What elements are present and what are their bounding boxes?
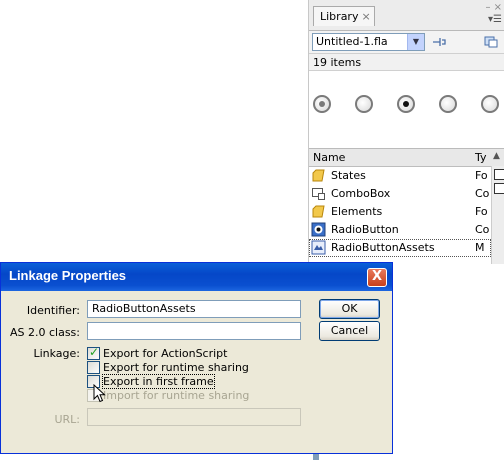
- checkbox-label: Import for runtime sharing: [103, 389, 250, 402]
- list-item[interactable]: Elements Fo: [309, 203, 491, 221]
- list-header: Name Ty ▲: [309, 149, 504, 167]
- library-toolbar: Untitled-1.fla ▼: [309, 31, 504, 53]
- tab-close-icon[interactable]: ×: [361, 10, 370, 23]
- item-name: Elements: [331, 205, 383, 218]
- folder-icon: [311, 204, 326, 219]
- close-button[interactable]: X: [367, 268, 387, 287]
- dialog-title: Linkage Properties: [9, 268, 127, 283]
- folder-icon: [311, 168, 326, 183]
- item-count: 19 items: [309, 53, 504, 71]
- item-type: Co: [475, 187, 489, 200]
- preview-radio-empty: [355, 95, 373, 113]
- window-edge: [313, 454, 319, 460]
- identifier-input[interactable]: RadioButtonAssets: [87, 300, 301, 318]
- identifier-value: RadioButtonAssets: [92, 302, 196, 315]
- checkbox-label: Export in first frame: [102, 374, 215, 389]
- document-select-value: Untitled-1.fla: [316, 35, 388, 48]
- url-input: [87, 408, 301, 426]
- item-type: M: [475, 241, 485, 254]
- preview-radio-selected: [397, 95, 415, 113]
- close-icon: X: [371, 269, 383, 284]
- url-label: URL:: [54, 413, 80, 426]
- item-name: RadioButton: [331, 223, 399, 236]
- library-header: Library × – × ▾☰: [309, 0, 504, 31]
- library-panel: Library × – × ▾☰ Untitled-1.fla ▼ 19 item…: [308, 0, 504, 264]
- radio-component-icon: [311, 222, 326, 237]
- class-input[interactable]: [87, 322, 301, 340]
- identifier-label: Identifier:: [26, 304, 80, 317]
- symbol-preview: [309, 72, 504, 149]
- movieclip-icon: [311, 240, 326, 255]
- linkage-label: Linkage:: [33, 347, 80, 360]
- item-name: RadioButtonAssets: [331, 241, 435, 254]
- list-item[interactable]: RadioButton Co: [309, 221, 491, 239]
- checkbox-checked-icon[interactable]: [87, 346, 100, 360]
- scroll-box-icon[interactable]: [494, 183, 504, 194]
- column-header-type[interactable]: Ty: [475, 151, 487, 164]
- preview-radio-graydot: [313, 95, 331, 113]
- dialog-title-bar[interactable]: Linkage Properties X: [1, 263, 392, 291]
- item-type: Co: [475, 223, 489, 236]
- item-name: ComboBox: [331, 187, 391, 200]
- scroll-box-icon[interactable]: [494, 169, 504, 180]
- list-item[interactable]: ComboBox Co: [309, 185, 491, 203]
- library-list: Name Ty ▲ States Fo ComboBox Co Elements…: [309, 149, 504, 264]
- chevron-down-icon[interactable]: ▼: [407, 34, 424, 50]
- preview-radio-empty: [439, 95, 457, 113]
- checkbox-icon[interactable]: [87, 361, 100, 374]
- class-label: AS 2.0 class:: [9, 326, 80, 339]
- ok-button[interactable]: OK: [319, 299, 380, 319]
- preview-radio-empty: [481, 95, 499, 113]
- panel-window-controls[interactable]: – ×: [485, 2, 502, 13]
- tab-library-label: Library: [320, 10, 359, 23]
- component-icon: [311, 186, 326, 201]
- list-item[interactable]: States Fo: [309, 167, 491, 185]
- checkbox-label: Export for ActionScript: [103, 347, 228, 360]
- item-name: States: [331, 169, 366, 182]
- mouse-pointer-icon: [93, 383, 107, 404]
- list-item-selected[interactable]: RadioButtonAssets M: [309, 239, 491, 257]
- linkage-properties-dialog: Linkage Properties X Identifier: RadioBu…: [0, 262, 393, 454]
- cancel-button[interactable]: Cancel: [319, 321, 380, 341]
- sort-arrow-icon[interactable]: ▲: [493, 151, 500, 161]
- document-select[interactable]: Untitled-1.fla ▼: [312, 33, 425, 51]
- panel-menu-icon[interactable]: ▾☰: [488, 14, 502, 25]
- pin-icon[interactable]: [431, 35, 447, 49]
- item-type: Fo: [475, 169, 488, 182]
- checkbox-label: Export for runtime sharing: [103, 361, 249, 374]
- column-header-name[interactable]: Name: [313, 151, 345, 164]
- list-scrollbar[interactable]: [491, 166, 504, 264]
- tab-library[interactable]: Library ×: [313, 6, 375, 26]
- item-type: Fo: [475, 205, 488, 218]
- new-library-panel-icon[interactable]: [483, 35, 499, 49]
